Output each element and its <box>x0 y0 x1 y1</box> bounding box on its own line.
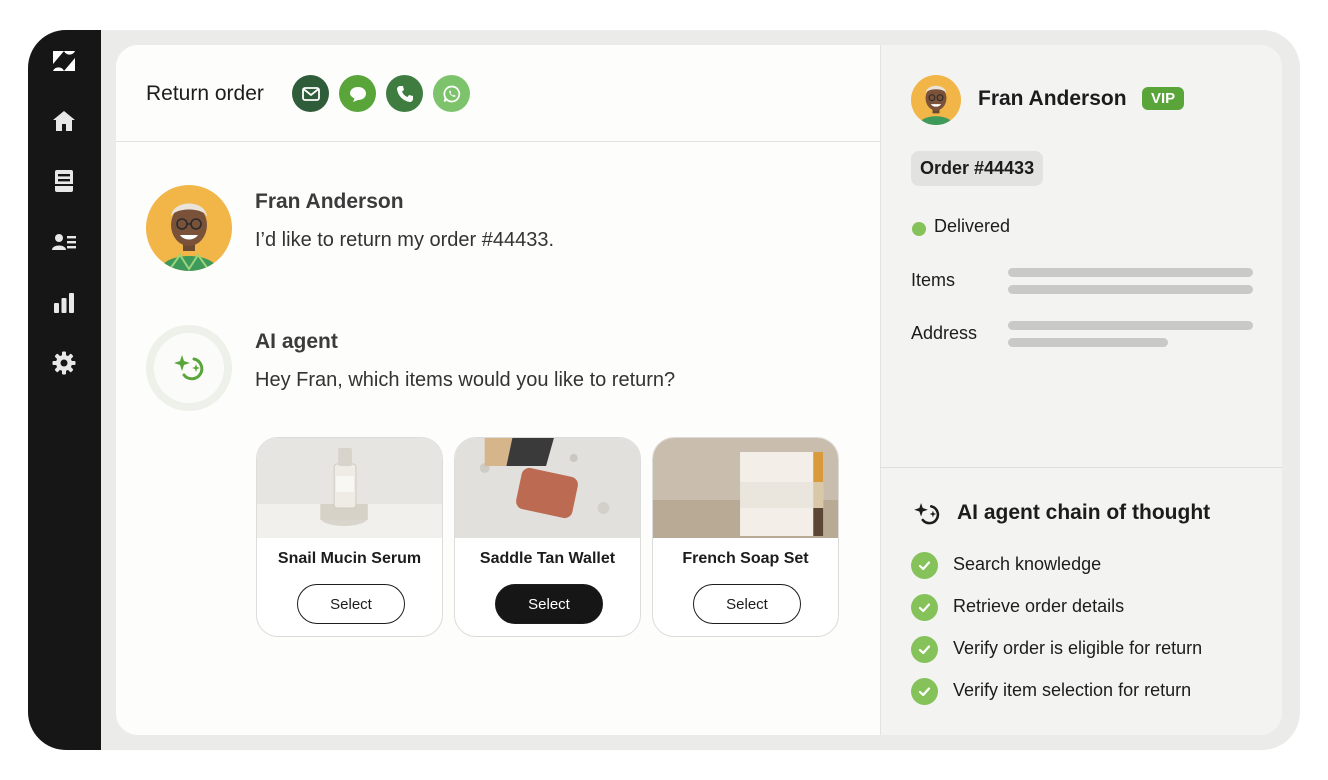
message-text: I’d like to return my order #44433. <box>255 229 555 251</box>
status-dot <box>912 222 926 236</box>
phone-icon[interactable] <box>386 75 423 112</box>
product-name: Snail Mucin Serum <box>277 550 422 567</box>
page-title: Return order <box>146 82 264 105</box>
check-icon <box>911 678 938 705</box>
placeholder-line <box>1008 321 1253 330</box>
check-icon <box>911 552 938 579</box>
settings-icon[interactable] <box>49 348 79 378</box>
conversation-pane: Return order Fran Anderson I’d like to r… <box>116 45 880 735</box>
product-image-wallet <box>455 438 640 538</box>
conversation-header: Return order <box>116 45 880 142</box>
ai-agent-avatar <box>146 325 232 411</box>
vip-badge: VIP <box>1142 87 1185 110</box>
placeholder-line <box>1008 338 1168 347</box>
chat-icon[interactable] <box>339 75 376 112</box>
ai-sparkle-icon <box>174 355 204 381</box>
customer-avatar <box>911 75 961 125</box>
divider <box>881 467 1282 468</box>
placeholder-line <box>1008 268 1253 277</box>
chain-step: Retrieve order details <box>953 596 1125 616</box>
product-card[interactable]: Saddle Tan Wallet Select <box>454 437 641 637</box>
product-name: French Soap Set <box>682 550 809 567</box>
address-label: Address <box>911 323 978 343</box>
workspace-panel: Return order Fran Anderson I’d like to r… <box>116 45 1282 735</box>
chain-step: Search knowledge <box>953 554 1102 574</box>
contacts-icon[interactable] <box>49 227 79 257</box>
chain-of-thought-title: AI agent chain of thought <box>957 501 1211 524</box>
product-card[interactable]: Snail Mucin Serum Select <box>256 437 443 637</box>
product-image-soap <box>653 438 838 538</box>
ai-sparkle-icon <box>914 502 940 525</box>
chain-step: Verify item selection for return <box>953 680 1192 700</box>
customer-panel: Fran Anderson VIP Order #44433 Delivered… <box>880 45 1282 735</box>
whatsapp-icon[interactable] <box>433 75 470 112</box>
app-frame: Return order Fran Anderson I’d like to r… <box>28 30 1300 750</box>
customer-avatar <box>146 185 232 271</box>
chain-step: Verify order is eligible for return <box>953 638 1203 658</box>
order-chip[interactable]: Order #44433 <box>911 151 1044 186</box>
product-name: Saddle Tan Wallet <box>479 550 616 567</box>
customer-name: Fran Anderson <box>978 87 1127 110</box>
product-image-serum <box>257 438 442 538</box>
email-icon[interactable] <box>292 75 329 112</box>
sidebar-rail <box>28 30 101 750</box>
inbox-icon[interactable] <box>49 166 79 196</box>
message-author: AI agent <box>255 330 338 353</box>
product-card[interactable]: French Soap Set Select <box>652 437 839 637</box>
zendesk-logo[interactable] <box>49 46 79 76</box>
select-button[interactable]: Select <box>495 584 603 624</box>
reports-icon[interactable] <box>49 288 79 318</box>
home-icon[interactable] <box>49 106 79 136</box>
select-button[interactable]: Select <box>693 584 801 624</box>
order-status: Delivered <box>934 216 1011 236</box>
check-icon <box>911 636 938 663</box>
check-icon <box>911 594 938 621</box>
message-author: Fran Anderson <box>255 190 404 213</box>
items-label: Items <box>911 270 956 290</box>
select-button[interactable]: Select <box>297 584 405 624</box>
message-text: Hey Fran, which items would you like to … <box>255 369 676 391</box>
placeholder-line <box>1008 285 1253 294</box>
